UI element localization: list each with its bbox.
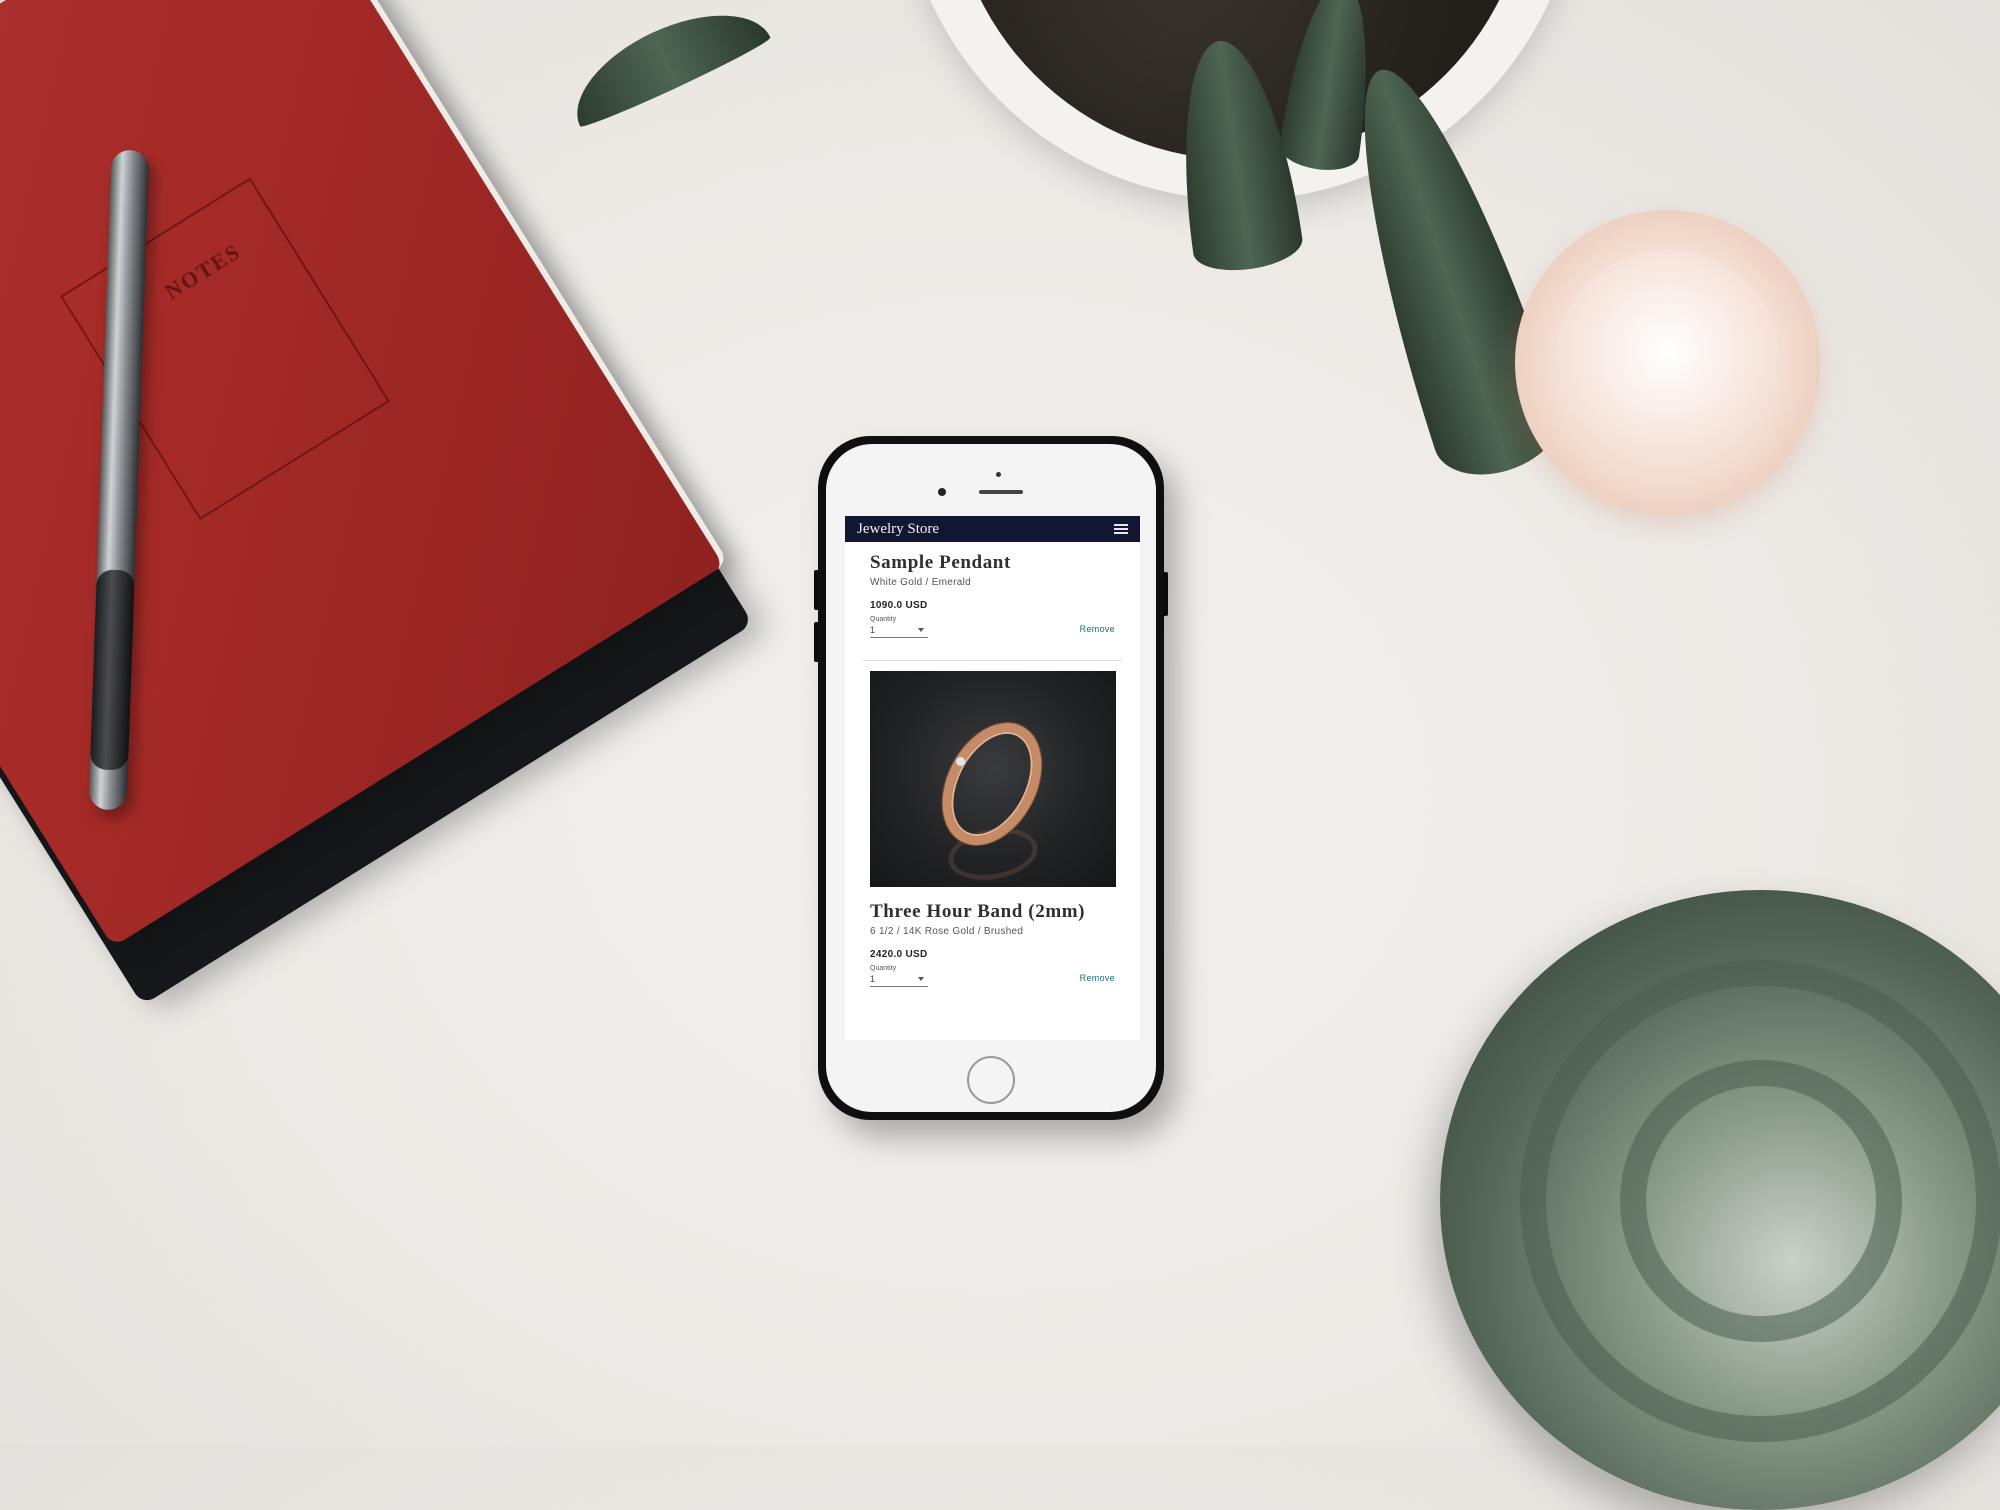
volume-down-button: [814, 622, 819, 662]
quantity-control: Quantity 1: [870, 965, 928, 987]
quantity-value: 1: [870, 625, 876, 635]
top-navbar: Jewelry Store: [845, 516, 1140, 542]
chevron-down-icon: [918, 977, 924, 981]
pen-grip: [89, 569, 135, 771]
notebook-label: NOTES: [160, 238, 246, 305]
store-brand-link[interactable]: Jewelry Store: [857, 521, 939, 538]
item-title[interactable]: Sample Pendant: [870, 542, 1115, 574]
item-divider: [863, 660, 1122, 661]
quantity-control: Quantity 1: [870, 616, 928, 638]
remove-link[interactable]: Remove: [1080, 973, 1115, 987]
power-button: [1163, 572, 1168, 616]
remove-link[interactable]: Remove: [1080, 624, 1115, 638]
quantity-row: Quantity 1 Remove: [870, 616, 1115, 638]
phone-screen: Jewelry Store Sample Pendant White Gold …: [845, 516, 1140, 1040]
quantity-label: Quantity: [870, 616, 897, 623]
quantity-label: Quantity: [870, 965, 897, 972]
ring-band: [922, 705, 1062, 863]
candle-wax: [1555, 250, 1780, 475]
succulent-leaf-ring: [1620, 1060, 1902, 1342]
cart-item: Three Hour Band (2mm) 6 1/2 / 14K Rose G…: [845, 671, 1140, 987]
quantity-select[interactable]: 1: [870, 625, 928, 638]
rose-gold-ring-image[interactable]: [870, 671, 1116, 887]
quantity-row: Quantity 1 Remove: [870, 965, 1115, 987]
item-price: 2420.0 USD: [870, 949, 928, 960]
earpiece-speaker: [979, 490, 1023, 494]
item-title[interactable]: Three Hour Band (2mm): [870, 887, 1115, 923]
plant-leaf: [557, 0, 773, 132]
quantity-select[interactable]: 1: [870, 974, 928, 987]
volume-up-button: [814, 570, 819, 610]
item-variant: 6 1/2 / 14K Rose Gold / Brushed: [870, 926, 1024, 937]
proximity-sensor: [996, 472, 1001, 477]
item-price: 1090.0 USD: [870, 600, 928, 611]
chevron-down-icon: [918, 628, 924, 632]
hamburger-menu-icon[interactable]: [1114, 524, 1128, 534]
cart-item: Sample Pendant White Gold / Emerald 1090…: [845, 542, 1140, 638]
candle: [1515, 210, 1820, 515]
item-variant: White Gold / Emerald: [870, 577, 972, 588]
ring-stone: [956, 757, 965, 766]
home-button[interactable]: [967, 1056, 1015, 1104]
succulent-plant: [1440, 890, 2000, 1510]
quantity-value: 1: [870, 974, 876, 984]
front-camera: [938, 488, 946, 496]
desk-scene: NOTES Jewelry Store Sample Pendant White…: [0, 0, 2000, 1510]
